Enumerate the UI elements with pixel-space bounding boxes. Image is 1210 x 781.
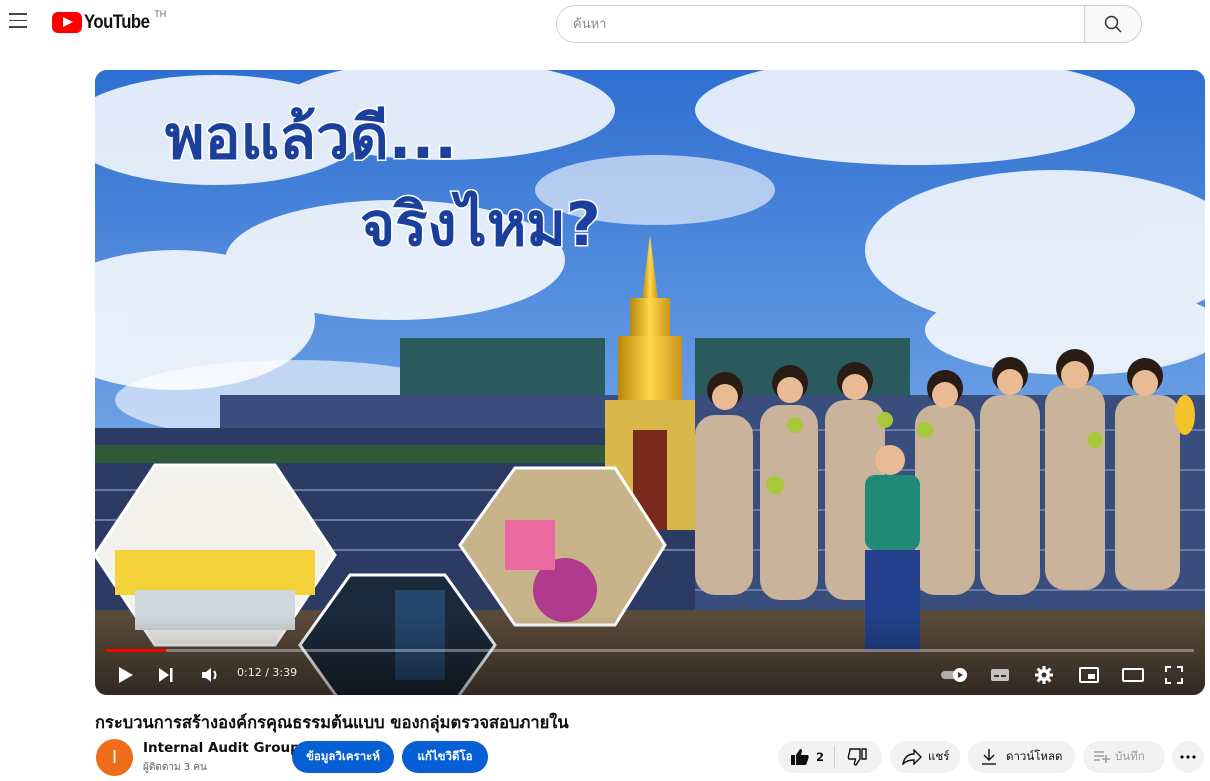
save-label: บันทึก — [1115, 749, 1145, 763]
progress-played — [106, 649, 166, 652]
search-icon — [1104, 15, 1122, 33]
volume-icon — [202, 668, 217, 682]
search-bar — [556, 5, 1142, 43]
dislike-button[interactable] — [847, 748, 867, 766]
fullscreen-icon — [1165, 666, 1183, 684]
country-code: TH — [154, 9, 167, 19]
volume-button[interactable] — [199, 664, 223, 686]
overlay-line2: จริงไหม? — [360, 189, 601, 260]
play-icon — [119, 667, 133, 683]
play-button[interactable] — [115, 664, 137, 686]
next-button[interactable] — [155, 664, 177, 686]
share-button[interactable]: แชร์ — [890, 741, 960, 773]
autoplay-toggle-icon — [941, 668, 967, 682]
download-label: ดาวน์โหลด — [1006, 749, 1063, 763]
miniplayer-button[interactable] — [1077, 664, 1101, 686]
channel-name[interactable]: Internal Audit Group — [143, 740, 300, 756]
theater-mode-icon — [1122, 668, 1144, 682]
miniplayer-icon — [1079, 667, 1099, 683]
share-icon — [902, 749, 922, 765]
theater-mode-button[interactable] — [1121, 664, 1145, 686]
like-icon — [791, 749, 809, 765]
overlay-line1: พอแล้วดี... — [165, 103, 457, 173]
next-icon — [159, 668, 173, 682]
like-button[interactable]: 2 — [790, 748, 834, 766]
fullscreen-button[interactable] — [1163, 664, 1185, 686]
analytics-button[interactable]: ข้อมูลวิเคราะห์ — [292, 741, 394, 773]
subscriber-count: ผู้ติดตาม 3 คน — [143, 762, 207, 773]
subtitles-button[interactable] — [988, 665, 1012, 685]
subtitles-icon — [991, 669, 1009, 681]
like-count: 2 — [816, 750, 825, 764]
search-input[interactable] — [556, 5, 1084, 43]
youtube-logo[interactable]: YouTube TH — [52, 9, 167, 34]
time-display: 0:12 / 3:39 — [237, 666, 298, 679]
progress-bar[interactable] — [106, 649, 1194, 652]
video-frame: พอแล้วดี... จริงไหม? — [95, 70, 1205, 695]
menu-icon[interactable] — [9, 13, 27, 29]
more-icon — [1180, 755, 1196, 759]
settings-button[interactable] — [1033, 664, 1055, 686]
video-title: กระบวนการสร้างองค์กรคุณธรรมต้นแบบ ของกลุ… — [95, 713, 569, 732]
dislike-icon — [847, 748, 867, 766]
channel-avatar[interactable]: I — [96, 739, 133, 776]
like-divider — [834, 746, 836, 768]
like-dislike-group: 2 — [778, 741, 882, 773]
edit-video-button[interactable]: แก้ไขวิดีโอ — [402, 741, 488, 773]
top-header: YouTube TH — [0, 0, 1210, 44]
logo-text: YouTube — [84, 12, 150, 33]
download-icon — [981, 748, 997, 766]
search-button[interactable] — [1084, 5, 1142, 43]
share-label: แชร์ — [928, 749, 950, 763]
save-button[interactable]: บันทึก — [1083, 741, 1165, 773]
autoplay-toggle[interactable] — [940, 665, 970, 685]
settings-gear-icon — [1035, 666, 1053, 684]
youtube-logo-icon — [52, 12, 82, 33]
video-player[interactable]: พอแล้วดี... จริงไหม? 0:12 / 3:39 — [95, 70, 1205, 695]
download-button[interactable]: ดาวน์โหลด — [968, 741, 1075, 773]
more-actions-button[interactable] — [1172, 741, 1204, 773]
save-playlist-icon — [1093, 750, 1111, 764]
